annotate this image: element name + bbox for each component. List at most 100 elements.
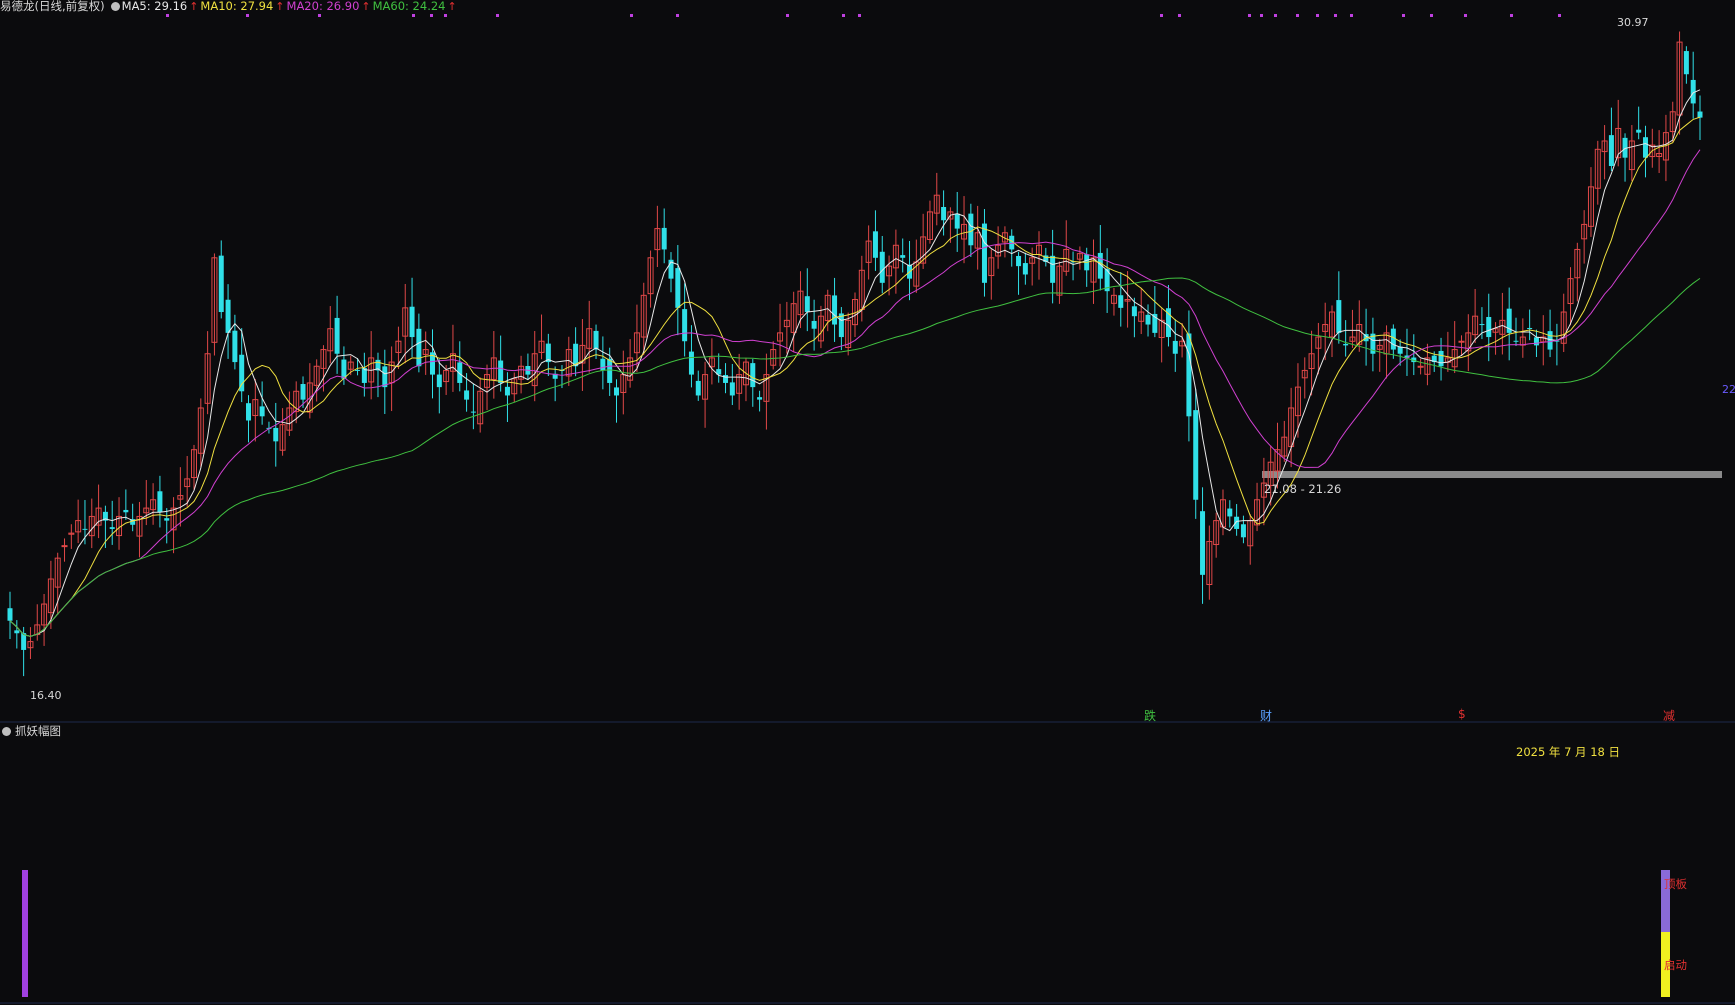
- candle-body[interactable]: [1513, 340, 1519, 342]
- candle-body[interactable]: [954, 213, 960, 229]
- candle-body[interactable]: [273, 427, 279, 442]
- top-signal-mark: [1402, 14, 1405, 17]
- top-signal-mark: [1274, 14, 1277, 17]
- event-marker-finance[interactable]: 财: [1260, 707, 1272, 724]
- candle-body[interactable]: [1022, 263, 1028, 275]
- candle-body[interactable]: [593, 330, 599, 350]
- candle-body[interactable]: [61, 545, 68, 548]
- top-signal-mark: [1558, 14, 1561, 17]
- ma20-line: [9, 149, 1701, 637]
- candle-body[interactable]: [1458, 340, 1465, 343]
- candle-body[interactable]: [14, 630, 20, 634]
- candle-body[interactable]: [1527, 327, 1533, 329]
- candle-body[interactable]: [1479, 324, 1485, 326]
- event-marker-reduce[interactable]: 减: [1663, 707, 1675, 724]
- candle-body[interactable]: [1016, 255, 1022, 267]
- candle-body[interactable]: [1193, 410, 1199, 500]
- candle-body[interactable]: [661, 227, 667, 250]
- candle-body[interactable]: [109, 527, 115, 529]
- candle-body[interactable]: [1486, 316, 1492, 338]
- candle-body[interactable]: [695, 380, 701, 396]
- candle-body[interactable]: [900, 255, 906, 258]
- candle-body[interactable]: [225, 299, 231, 333]
- candle-body[interactable]: [811, 320, 817, 329]
- signal-top-label: 顶板: [1664, 877, 1687, 891]
- ma10-line: [9, 116, 1701, 637]
- candle-body[interactable]: [498, 360, 504, 383]
- candle-body[interactable]: [613, 387, 619, 396]
- candle-body[interactable]: [1050, 255, 1056, 283]
- candle-body[interactable]: [123, 509, 129, 513]
- candle-body[interactable]: [246, 403, 252, 421]
- gap-band: [1262, 471, 1722, 478]
- top-signal-mark: [842, 14, 845, 17]
- top-signal-mark: [1178, 14, 1181, 17]
- candle-body[interactable]: [409, 306, 415, 338]
- top-signal-mark: [430, 14, 433, 17]
- candle-body[interactable]: [504, 386, 510, 396]
- candle-body[interactable]: [675, 268, 681, 308]
- candle-body[interactable]: [832, 295, 838, 325]
- candle-body[interactable]: [334, 317, 340, 354]
- kline-chart[interactable]: [0, 0, 1735, 1005]
- event-marker-dollar[interactable]: $: [1458, 707, 1466, 721]
- candle-body[interactable]: [1118, 295, 1124, 308]
- candle-body[interactable]: [416, 328, 422, 367]
- candle-body[interactable]: [1533, 337, 1539, 346]
- candle-body[interactable]: [382, 366, 388, 388]
- candle-body[interactable]: [804, 296, 810, 313]
- top-signal-mark: [166, 14, 169, 17]
- candle-body[interactable]: [355, 369, 361, 371]
- sub-panel-title: 抓妖幅图: [2, 723, 61, 739]
- candle-body[interactable]: [1438, 350, 1444, 367]
- candle-body[interactable]: [1145, 314, 1151, 325]
- candle-body[interactable]: [1636, 129, 1642, 133]
- candle-body[interactable]: [1683, 51, 1689, 75]
- ma5-line: [9, 89, 1701, 637]
- top-signal-mark: [412, 14, 415, 17]
- candle-body[interactable]: [232, 330, 238, 363]
- candle-body[interactable]: [21, 633, 27, 650]
- candle-body[interactable]: [1200, 511, 1206, 575]
- event-marker-drop[interactable]: 跌: [1144, 707, 1156, 724]
- candle-body[interactable]: [941, 207, 947, 221]
- candle-body[interactable]: [1240, 524, 1246, 538]
- candle-body[interactable]: [600, 358, 606, 371]
- candle-body[interactable]: [470, 411, 476, 413]
- candle-body[interactable]: [1343, 343, 1349, 346]
- candle-body[interactable]: [981, 223, 987, 283]
- candle-body[interactable]: [1234, 516, 1240, 529]
- candle-body[interactable]: [688, 351, 694, 375]
- candle-body[interactable]: [239, 354, 245, 392]
- candle-body[interactable]: [607, 358, 613, 383]
- candle-body[interactable]: [750, 363, 756, 388]
- candle-body[interactable]: [757, 397, 763, 400]
- candle-body[interactable]: [1608, 135, 1614, 167]
- candle-body[interactable]: [259, 406, 265, 417]
- candle-body[interactable]: [968, 213, 974, 246]
- candle-body[interactable]: [218, 255, 224, 313]
- candle-body[interactable]: [1642, 137, 1648, 158]
- candle-body[interactable]: [300, 384, 306, 400]
- candle-body[interactable]: [1131, 306, 1137, 317]
- candle-body[interactable]: [7, 608, 13, 621]
- candle-body[interactable]: [1697, 111, 1703, 118]
- candle-body[interactable]: [879, 251, 885, 283]
- candle-body[interactable]: [464, 390, 470, 400]
- candle-body[interactable]: [341, 359, 347, 379]
- candle-body[interactable]: [1547, 331, 1553, 350]
- candle-body[interactable]: [1227, 508, 1233, 517]
- candle-body[interactable]: [436, 374, 442, 388]
- candle-body[interactable]: [682, 309, 688, 342]
- candle-body[interactable]: [1336, 300, 1342, 333]
- candle-body[interactable]: [729, 382, 735, 396]
- top-signal-mark: [246, 14, 249, 17]
- candle-body[interactable]: [82, 528, 88, 530]
- candle-body[interactable]: [1186, 333, 1192, 417]
- collapse-icon[interactable]: [2, 727, 11, 736]
- low-price-label: 16.40: [30, 689, 62, 702]
- candle-body[interactable]: [872, 231, 878, 258]
- candle-body[interactable]: [1172, 340, 1178, 354]
- candle-body[interactable]: [157, 491, 163, 513]
- candle-body[interactable]: [164, 518, 170, 521]
